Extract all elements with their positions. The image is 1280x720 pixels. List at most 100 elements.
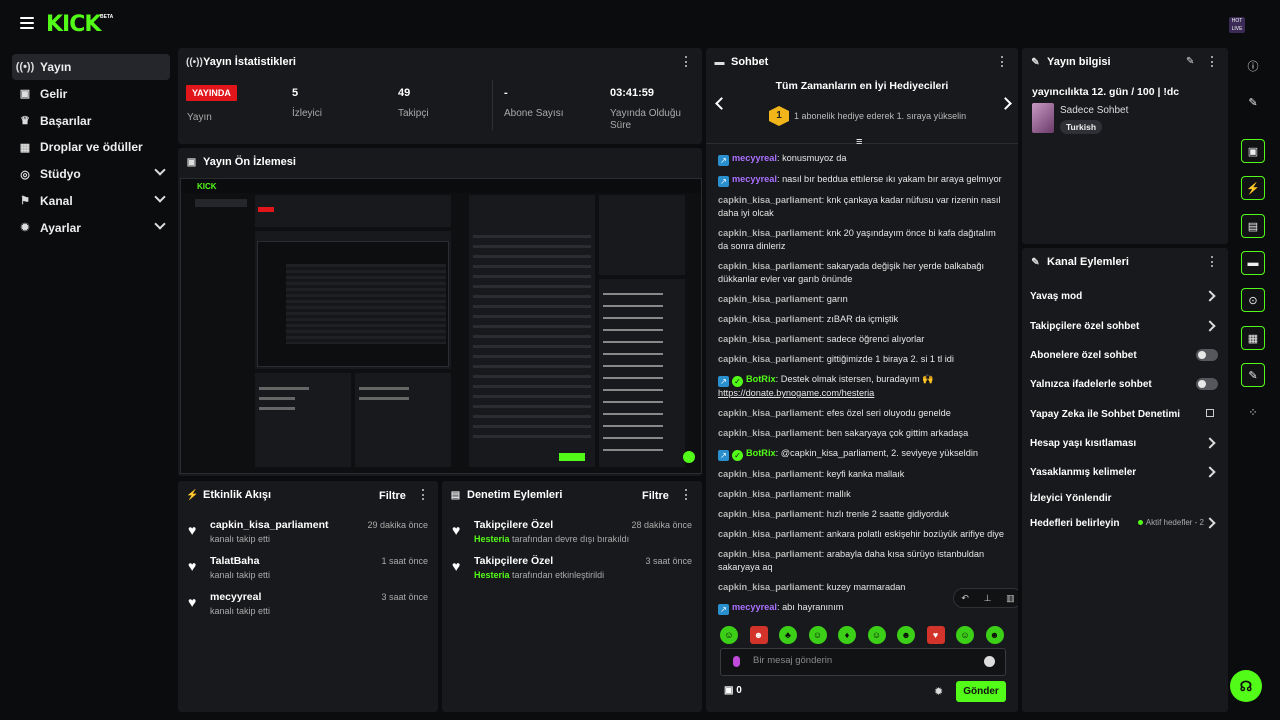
chat-input-box[interactable] xyxy=(720,648,1006,676)
nav-item-basarilar[interactable]: ♛ Başarılar xyxy=(12,108,170,134)
nav-item-ayarlar[interactable]: ✹ Ayarlar xyxy=(12,215,170,241)
chat-username[interactable]: mecyyreal xyxy=(732,153,777,163)
activity-row[interactable]: ♥ TalatBaha kanalı takip etti 1 saat önc… xyxy=(188,555,430,585)
chat-message[interactable]: capkin_kisa_parliament: garın xyxy=(718,293,1008,306)
chat-username[interactable]: capkin_kisa_parliament xyxy=(718,354,822,364)
chat-username[interactable]: capkin_kisa_parliament xyxy=(718,582,822,592)
more-icon[interactable] xyxy=(685,489,688,500)
activity-row[interactable]: ♥ capkin_kisa_parliament kanalı takip et… xyxy=(188,519,430,549)
moderation-row[interactable]: ♥ Takipçilere Özel Hesteria tarafından e… xyxy=(452,555,694,585)
emoji-icon[interactable] xyxy=(984,656,995,667)
kick-logo[interactable]: KICK xyxy=(46,12,101,37)
wrench-icon[interactable]: ✎ xyxy=(1241,363,1265,387)
chat-message[interactable]: capkin_kisa_parliament: arabayla daha kı… xyxy=(718,548,1008,574)
menu-icon[interactable] xyxy=(20,17,34,29)
chat-username[interactable]: capkin_kisa_parliament xyxy=(718,195,822,205)
channel-points[interactable]: ▣ 0 xyxy=(724,685,742,696)
lightning-icon[interactable]: ⚡ xyxy=(1241,176,1265,200)
emote[interactable]: ☻ xyxy=(749,626,768,644)
chevron-left-icon[interactable] xyxy=(715,97,728,110)
chevron-right-icon[interactable] xyxy=(999,97,1012,110)
moderation-filter-button[interactable]: Filtre xyxy=(642,490,669,502)
chat-message[interactable]: capkin_kisa_parliament: zıBAR da içmişti… xyxy=(718,313,1008,326)
action-subs-only[interactable]: Abonelere özel sohbet xyxy=(1030,345,1218,365)
undo-icon[interactable]: ↶ xyxy=(961,593,969,604)
chat-icon[interactable]: ▬ xyxy=(1241,251,1265,275)
chat-sort-icon[interactable]: ≡ xyxy=(856,136,862,148)
chat-message[interactable]: capkin_kisa_parliament: mallık xyxy=(718,488,1008,501)
chat-message[interactable]: capkin_kisa_parliament: hızlı trenle 2 s… xyxy=(718,508,1008,521)
chat-username[interactable]: BotRix xyxy=(746,374,776,384)
more-icon[interactable] xyxy=(685,56,688,67)
nav-item-kanal[interactable]: ⚑ Kanal xyxy=(12,188,170,214)
emote[interactable]: ♦ xyxy=(838,626,856,644)
emote[interactable]: ☻ xyxy=(897,626,915,644)
chat-username[interactable]: capkin_kisa_parliament xyxy=(718,294,822,304)
chat-message[interactable]: ↗ mecyyreal: konusmuyoz da xyxy=(718,152,1008,166)
action-emote-only[interactable]: Yalnızca ifadelerle sohbet xyxy=(1030,374,1218,394)
chat-message[interactable]: ↗ mecyyreal: nasıl bır beddua ettılerse ı… xyxy=(718,173,1008,187)
emote[interactable]: ☻ xyxy=(985,626,1004,644)
chat-username[interactable]: capkin_kisa_parliament xyxy=(718,469,822,479)
chat-message[interactable]: capkin_kisa_parliament: knk 20 yaşındayı… xyxy=(718,227,1008,253)
chat-username[interactable]: capkin_kisa_parliament xyxy=(718,314,822,324)
chat-message[interactable]: capkin_kisa_parliament: gittiğimizde 1 b… xyxy=(718,353,1008,366)
chat-username[interactable]: capkin_kisa_parliament xyxy=(718,334,822,344)
nav-item-yayin[interactable]: ((•)) Yayın xyxy=(12,54,170,80)
chat-settings-icon[interactable]: ✹ xyxy=(934,685,943,698)
nav-item-gelir[interactable]: ▣ Gelir xyxy=(12,81,170,107)
pin-icon[interactable]: ⊥ xyxy=(984,593,992,604)
emote[interactable]: ☺ xyxy=(867,626,886,644)
emote[interactable]: ♣ xyxy=(779,626,797,644)
document-icon[interactable]: ▤ xyxy=(1241,214,1265,238)
moderation-row[interactable]: ♥ Takipçilere Özel Hesteria tarafından d… xyxy=(452,519,694,549)
more-icon[interactable] xyxy=(1211,256,1214,267)
emote[interactable]: ☺ xyxy=(808,626,827,644)
emote[interactable]: ☺ xyxy=(720,626,738,644)
emote[interactable]: ♥ xyxy=(926,626,945,644)
chat-username[interactable]: mecyyreal xyxy=(732,602,777,612)
chat-username[interactable]: capkin_kisa_parliament xyxy=(718,408,822,418)
nav-item-droplar[interactable]: ▦ Droplar ve ödüller xyxy=(12,134,170,160)
chat-username[interactable]: capkin_kisa_parliament xyxy=(718,549,822,559)
screen-icon[interactable]: ▣ xyxy=(1241,139,1265,163)
more-icon[interactable] xyxy=(1211,56,1214,67)
nav-item-studyo[interactable]: ◎ Stüdyo xyxy=(12,161,170,187)
chat-message[interactable]: capkin_kisa_parliament: sadece öğrenci a… xyxy=(718,333,1008,346)
chat-message[interactable]: capkin_kisa_parliament: ben sakaryaya ço… xyxy=(718,427,1008,440)
activity-filter-button[interactable]: Filtre xyxy=(379,490,406,502)
action-account-age[interactable]: Hesap yaşı kısıtlaması xyxy=(1030,433,1218,453)
chat-message[interactable]: capkin_kisa_parliament: knk çankaya kada… xyxy=(718,194,1008,220)
action-banned-words[interactable]: Yasaklanmış kelimeler xyxy=(1030,462,1218,482)
more-icon[interactable] xyxy=(422,489,425,500)
chat-link[interactable]: https://donate.bynogame.com/hesteria xyxy=(718,388,874,398)
chat-username[interactable]: capkin_kisa_parliament xyxy=(718,261,822,271)
chat-username[interactable]: capkin_kisa_parliament xyxy=(718,228,822,238)
chat-message[interactable]: ↗ ✓ BotRix: Destek olmak istersen, buraday… xyxy=(718,373,1008,400)
info-icon[interactable]: ⓘ xyxy=(1241,54,1265,78)
chat-username[interactable]: capkin_kisa_parliament xyxy=(718,428,822,438)
action-followers-only[interactable]: Takipçilere özel sohbet xyxy=(1030,316,1218,336)
chat-message[interactable]: ↗ ✓ BotRix: @capkin_kisa_parliament, 2. se… xyxy=(718,447,1008,461)
chat-username[interactable]: capkin_kisa_parliament xyxy=(718,509,822,519)
chat-message[interactable]: capkin_kisa_parliament: ankara polatlı e… xyxy=(718,528,1008,541)
category-name[interactable]: Sadece Sohbet xyxy=(1060,105,1128,116)
chat-input[interactable] xyxy=(753,655,973,666)
stream-preview[interactable]: KICK xyxy=(180,178,702,474)
microphone-icon[interactable] xyxy=(733,656,740,667)
emote-only-toggle[interactable] xyxy=(1196,378,1218,390)
apps-icon[interactable]: ⁘ xyxy=(1241,400,1265,424)
chat-username[interactable]: mecyyreal xyxy=(732,174,777,184)
chat-message[interactable]: capkin_kisa_parliament: keyfi kanka mall… xyxy=(718,468,1008,481)
edit-icon[interactable]: ✎ xyxy=(1186,56,1194,67)
chat-username[interactable]: BotRix xyxy=(746,448,776,458)
chat-username[interactable]: capkin_kisa_parliament xyxy=(718,489,822,499)
layout-icon[interactable]: ▦ xyxy=(1241,326,1265,350)
activity-row[interactable]: ♥ mecyyreal kanalı takip etti 3 saat önc… xyxy=(188,591,430,621)
subs-only-toggle[interactable] xyxy=(1196,349,1218,361)
broadcast-icon[interactable]: ⊙ xyxy=(1241,288,1265,312)
emote[interactable]: ☺ xyxy=(956,626,974,644)
action-goals[interactable]: Hedefleri belirleyin Aktif hedefler - 2 xyxy=(1030,513,1218,533)
user-avatar[interactable]: HOT LIVE xyxy=(1229,17,1245,33)
chat-username[interactable]: capkin_kisa_parliament xyxy=(718,529,822,539)
